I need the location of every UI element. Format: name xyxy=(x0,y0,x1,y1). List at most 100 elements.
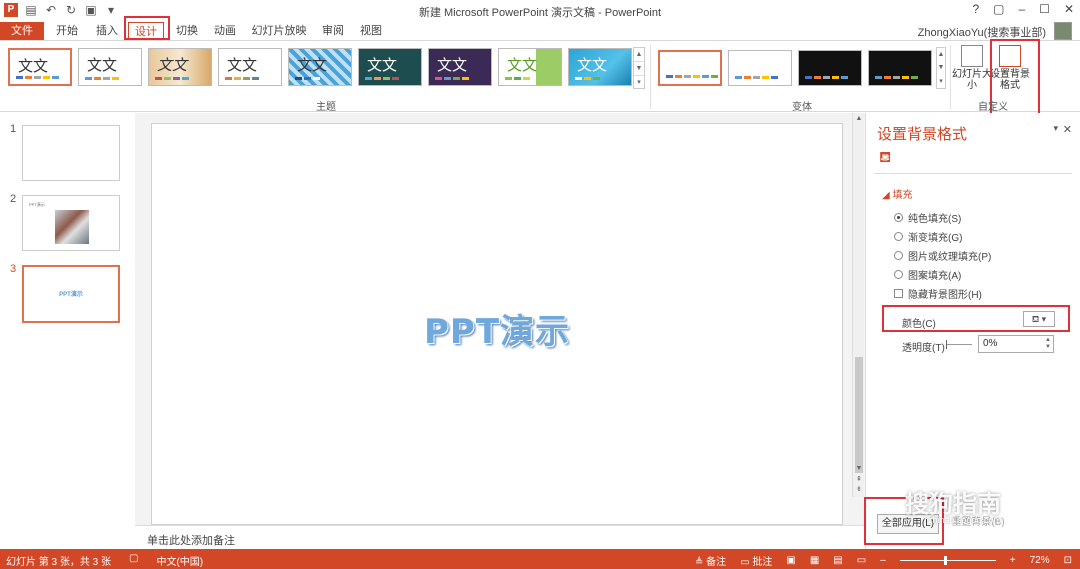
slide-vertical-scrollbar[interactable]: ▲ ▼ ⇞ ⇟ xyxy=(852,113,864,497)
transparency-value: 0% xyxy=(983,338,998,349)
pane-options-icon[interactable]: ▾ xyxy=(1053,123,1058,134)
themes-group-label: 主题 xyxy=(316,102,336,113)
solid-fill-option[interactable]: 纯色填充(S) xyxy=(894,210,961,225)
theme-wood[interactable]: 文文 xyxy=(148,48,212,86)
theme-preview-text: 文文 xyxy=(437,56,468,74)
ribbon: 文文 文文 文文 文文 文文 文文 文文 文文 文文 ▲ ▼ ▾ 主题 ▲ ▼ … xyxy=(0,39,1080,125)
solid-fill-label: 纯色填充(S) xyxy=(908,214,962,225)
group-divider xyxy=(650,45,651,109)
tab-home[interactable]: 开始 xyxy=(52,22,82,40)
window-title: 新建 Microsoft PowerPoint 演示文稿 - PowerPoin… xyxy=(418,7,662,19)
variants-gallery-scroll[interactable]: ▲ ▼ ▾ xyxy=(936,47,946,89)
theme-green[interactable]: 文文 xyxy=(498,48,562,86)
transparency-input[interactable]: 0% ▲ ▼ xyxy=(978,335,1054,353)
next-slide-icon[interactable]: ⇟ xyxy=(855,485,863,495)
notes-toggle-button[interactable]: ≜ 备注 xyxy=(695,553,726,568)
picture-fill-label: 图片或纹理填充(P) xyxy=(908,252,992,263)
variant-3[interactable] xyxy=(798,50,862,86)
slide-2-thumbnail-title: PPT演示 xyxy=(29,202,45,207)
tab-insert[interactable]: 插入 xyxy=(92,22,122,40)
theme-dark-teal[interactable]: 文文 xyxy=(358,48,422,86)
gradient-fill-option[interactable]: 渐变填充(G) xyxy=(894,229,962,244)
scroll-up-icon[interactable]: ▲ xyxy=(855,115,863,125)
tab-review[interactable]: 审阅 xyxy=(318,22,348,40)
slide-number-1: 1 xyxy=(10,123,17,135)
zoom-in-icon[interactable]: + xyxy=(1010,555,1016,566)
slide-title[interactable]: PPT演示 xyxy=(152,304,842,353)
tab-slideshow[interactable]: 幻灯片放映 xyxy=(250,22,308,40)
tab-file[interactable]: 文件 xyxy=(0,22,44,40)
radio-pattern-fill[interactable] xyxy=(894,270,903,279)
reading-view-icon[interactable]: ▤ xyxy=(833,555,842,566)
previous-slide-icon[interactable]: ⇞ xyxy=(855,475,863,485)
slide-thumbnails-panel: 1 2 PPT演示 3 PPT演示 xyxy=(0,113,135,549)
zoom-out-icon[interactable]: – xyxy=(880,555,886,566)
user-name[interactable]: ZhongXiaoYu(搜索事业部) xyxy=(918,24,1046,40)
help-icon[interactable]: ? xyxy=(972,2,979,16)
theme-pattern[interactable]: 文文 xyxy=(288,48,352,86)
ribbon-display-icon[interactable]: ▢ xyxy=(993,2,1004,16)
slide-thumbnail-1[interactable] xyxy=(22,125,120,181)
slide-thumbnail-3[interactable]: PPT演示 xyxy=(22,265,120,323)
language-status[interactable]: 中文(中国) xyxy=(156,553,203,568)
themes-gallery-scroll[interactable]: ▲ ▼ ▾ xyxy=(633,47,645,89)
fill-section-label: 填充 xyxy=(892,190,913,201)
theme-facet[interactable]: 文文 xyxy=(218,48,282,86)
slide-thumbnail-2[interactable]: PPT演示 xyxy=(22,195,120,251)
slide-size-button[interactable]: 幻灯片大小 xyxy=(952,45,992,91)
close-icon[interactable]: ✕ xyxy=(1064,2,1074,16)
scroll-thumb[interactable] xyxy=(855,357,863,473)
radio-picture-fill[interactable] xyxy=(894,251,903,260)
minimize-icon[interactable]: – xyxy=(1018,2,1025,16)
fill-section-header[interactable]: ◢ 填充 xyxy=(882,186,912,201)
color-picker-button[interactable]: ⛾ ▾ xyxy=(1023,311,1055,327)
variant-1[interactable] xyxy=(658,50,722,86)
slideshow-view-icon[interactable]: ▭ xyxy=(857,555,866,566)
radio-solid-fill[interactable] xyxy=(894,213,903,222)
slide-size-label: 幻灯片大小 xyxy=(952,69,992,91)
spellcheck-icon[interactable]: ▢ xyxy=(129,553,138,568)
format-background-button[interactable]: 设置背景格式 xyxy=(990,45,1030,91)
variant-4[interactable] xyxy=(868,50,932,86)
radio-gradient-fill[interactable] xyxy=(894,232,903,241)
transparency-spinner-icon[interactable]: ▲ ▼ xyxy=(1045,337,1051,351)
pattern-fill-option[interactable]: 图案填充(A) xyxy=(894,267,961,282)
normal-view-icon[interactable]: ▣ xyxy=(786,555,795,566)
pane-title: 设置背景格式 xyxy=(877,126,968,143)
scroll-down-icon[interactable]: ▼ xyxy=(855,465,863,475)
zoom-level[interactable]: 72% xyxy=(1030,555,1050,566)
hide-background-option[interactable]: 隐藏背景图形(H) xyxy=(894,286,982,301)
theme-preview-text: 文文 xyxy=(227,56,258,74)
slide-photo xyxy=(55,210,89,244)
picture-fill-option[interactable]: 图片或纹理填充(P) xyxy=(894,248,991,263)
theme-blue[interactable]: 文文 xyxy=(568,48,632,86)
close-icon[interactable]: ✕ xyxy=(1063,123,1072,136)
tab-transitions[interactable]: 切换 xyxy=(172,22,202,40)
slide-sorter-view-icon[interactable]: ▦ xyxy=(810,555,819,566)
theme-purple[interactable]: 文文 xyxy=(428,48,492,86)
window-controls: ? ▢ – ☐ ✕ xyxy=(972,2,1074,16)
group-divider xyxy=(950,45,951,109)
avatar[interactable] xyxy=(1054,22,1072,40)
zoom-slider[interactable] xyxy=(899,556,996,565)
variant-2[interactable] xyxy=(728,50,792,86)
status-bar: 幻灯片 第 3 张，共 3 张 ▢ 中文(中国) ≜ 备注 ▭ 批注 ▣ ▦ ▤… xyxy=(0,549,1080,569)
slide-3-thumbnail-title: PPT演示 xyxy=(59,292,83,298)
hide-background-checkbox[interactable] xyxy=(894,289,903,298)
current-slide[interactable]: PPT演示 xyxy=(151,123,843,525)
maximize-icon[interactable]: ☐ xyxy=(1039,2,1050,16)
theme-preview-text: 文文 xyxy=(297,56,328,74)
theme-preview-text: 文文 xyxy=(157,56,188,74)
tab-view[interactable]: 视图 xyxy=(356,22,386,40)
comments-toggle-button[interactable]: ▭ 批注 xyxy=(740,553,772,568)
theme-preview-text: 文文 xyxy=(577,56,608,74)
theme-office[interactable]: 文文 xyxy=(8,48,72,86)
tab-animations[interactable]: 动画 xyxy=(210,22,240,40)
theme-office-2[interactable]: 文文 xyxy=(78,48,142,86)
fit-slide-icon[interactable]: ⊡ xyxy=(1064,555,1072,566)
tab-design[interactable]: 设计 xyxy=(128,22,164,40)
fill-bucket-icon[interactable]: ⛾ xyxy=(879,149,899,167)
transparency-slider[interactable] xyxy=(946,340,972,349)
notes-area[interactable]: 单击此处添加备注 xyxy=(135,525,865,549)
notes-toggle-label: 备注 xyxy=(706,557,727,568)
